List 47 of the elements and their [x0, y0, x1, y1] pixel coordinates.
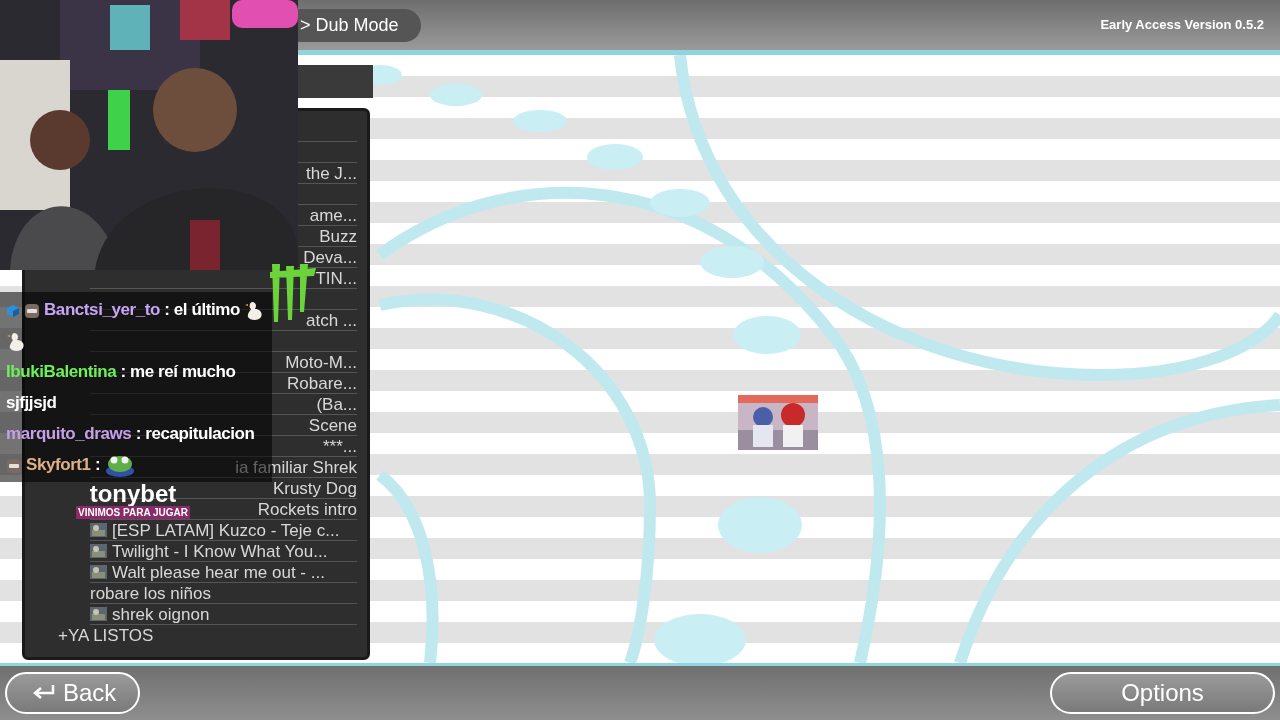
- video-thumbnail-icon: [90, 565, 107, 579]
- return-arrow-icon: [31, 684, 57, 702]
- bubble: [733, 316, 801, 354]
- bubble: [587, 144, 643, 170]
- chat-message: marquito_draws : recapitulacion: [6, 423, 255, 445]
- chat-username: IbukiBalentina: [6, 362, 117, 381]
- video-title[interactable]: Buzz: [319, 227, 357, 245]
- video-title[interactable]: shrek oignon: [112, 605, 210, 623]
- video-title[interactable]: (Ba...: [316, 395, 357, 413]
- chat-username: Banctsi_yer_to: [44, 300, 160, 319]
- chat-username: Skyfort1: [26, 455, 91, 474]
- duck-emote-icon: [6, 330, 26, 353]
- video-title[interactable]: [ESP LATAM] Kuzco - Teje c...: [112, 521, 340, 539]
- video-title[interactable]: Moto-M...: [285, 353, 357, 371]
- video-title[interactable]: Walt please hear me out - ...: [112, 563, 325, 581]
- duck-emote-icon: [244, 299, 265, 322]
- video-title[interactable]: Krusty Dog: [272, 479, 357, 497]
- video-thumbnail-icon: [90, 607, 107, 621]
- chat-message: IbukiBalentina : me reí mucho sjfjjsjd: [6, 361, 237, 414]
- options-button[interactable]: Options: [1050, 672, 1275, 714]
- version-label: Early Access Version 0.5.2: [1100, 16, 1264, 35]
- video-title[interactable]: ***...: [322, 437, 357, 455]
- bubble: [513, 110, 567, 132]
- video-title[interactable]: Rockets intro: [257, 500, 357, 518]
- bubble: [700, 246, 764, 278]
- chat-message: Skyfort1 :: [6, 449, 135, 480]
- video-title[interactable]: robare los niños: [90, 584, 211, 602]
- cube-badge-icon: [6, 303, 20, 318]
- video-title[interactable]: Deva...: [303, 248, 357, 266]
- video-title[interactable]: ame...: [309, 206, 357, 224]
- video-title[interactable]: Twilight - I Know What You...: [112, 542, 328, 560]
- video-thumbnail-icon: [90, 523, 107, 537]
- video-title[interactable]: Robare...: [287, 374, 357, 392]
- video-title[interactable]: the J...: [305, 164, 357, 182]
- video-title[interactable]: ia familiar Shrek: [235, 458, 357, 476]
- add-playlist-item[interactable]: +YA LISTOS: [58, 627, 154, 644]
- video-thumbnail-icon: [90, 544, 107, 558]
- frog-emote-icon: [104, 454, 135, 477]
- bubble: [650, 189, 710, 217]
- breadcrumb: > Dub Mode: [298, 8, 421, 42]
- video-title[interactable]: TIN...: [315, 269, 357, 287]
- chat-username: marquito_draws: [6, 424, 132, 443]
- chat-message: Banctsi_yer_to : el último: [6, 294, 272, 356]
- bubble: [430, 84, 482, 106]
- video-title[interactable]: Scene: [308, 416, 357, 434]
- video-title[interactable]: atch ...: [305, 311, 357, 329]
- sponsor-tagline: VINIMOS PARA JUGAR: [76, 506, 190, 519]
